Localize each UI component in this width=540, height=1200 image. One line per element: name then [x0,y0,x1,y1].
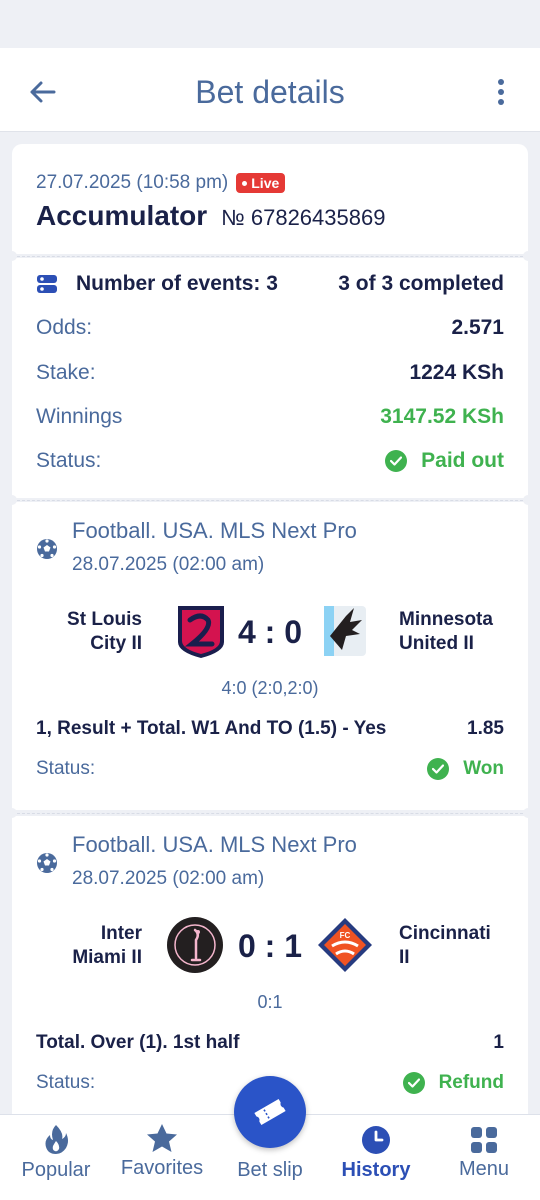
betslip-fab-button[interactable] [234,1076,306,1148]
stake-label: Stake: [36,361,96,384]
live-label: Live [251,175,280,191]
market-odds: 1 [493,1032,504,1053]
check-circle-icon [402,1072,425,1094]
events-count-label: Number of events: 3 [76,272,278,295]
football-icon [37,539,57,559]
away-team: Cincinnati II [399,922,529,970]
divider [12,500,528,501]
minnesota-united-logo [324,606,366,656]
nav-popular[interactable]: Popular [2,1123,110,1182]
match-score: 4 : 0 [237,614,303,650]
event-league: Football. USA. MLS Next Pro [72,832,357,857]
ticket-notch [523,495,533,505]
event-status-label: Status: [36,758,96,779]
football-icon [37,853,57,873]
score-details: 0:1 [257,992,283,1012]
away-team-name-line: United II [399,633,474,654]
event-status-value: Won [463,758,504,779]
status-value: Paid out [421,449,504,472]
ticket-notch [7,251,17,261]
bet-number: № 67826435869 [221,205,386,230]
event-kickoff: 28.07.2025 (02:00 am) [72,554,265,575]
event-status-badge: Refund [402,1072,504,1094]
page-title: Bet details [195,74,345,110]
odds-value: 2.571 [451,316,504,339]
winnings-row: Winnings 3147.52 KSh [36,405,504,429]
events-list-icon [37,275,57,293]
status-bar [0,0,540,48]
stake-row: Stake: 1224 KSh [36,361,504,385]
check-circle-icon [385,450,408,472]
nav-history[interactable]: History [322,1123,430,1182]
events-completed: 3 of 3 completed [338,272,504,295]
nav-history-label: History [341,1159,411,1181]
home-team-name-line: Miami II [72,947,142,968]
winnings-label: Winnings [36,405,123,428]
market-row: Total. Over (1). 1st half 1 [36,1032,504,1054]
match-score: 0 : 1 [237,928,303,964]
away-team: Minnesota United II [399,608,529,656]
svg-text:FC: FC [340,931,351,940]
market-name: Total. Over (1). 1st half [36,1032,240,1053]
more-options-button[interactable] [486,72,516,112]
home-team-name-line: City II [90,633,142,654]
nav-betslip-label: Bet slip [237,1159,303,1181]
grid-menu-icon [471,1127,497,1153]
stake-value: 1224 KSh [409,361,504,384]
ticket-notch [7,495,17,505]
market-name: 1, Result + Total. W1 And TO (1.5) - Yes [36,718,387,739]
events-count-row: Number of events: 3 3 of 3 completed [36,272,504,296]
bet-header-card [12,144,528,254]
away-team-name-line: Minnesota [399,609,493,630]
star-icon [147,1124,177,1152]
home-team: Inter Miami II [12,922,142,970]
odds-row: Odds: 2.571 [36,316,504,340]
nav-favorites-label: Favorites [120,1157,204,1179]
market-odds: 1.85 [467,718,504,739]
nav-popular-label: Popular [21,1159,91,1181]
nav-menu[interactable]: Menu [430,1123,538,1181]
event-status-row: Status: Won [36,758,504,780]
status-row: Status: Paid out [36,449,504,473]
nav-favorites[interactable]: Favorites [108,1123,216,1180]
odds-label: Odds: [36,316,93,339]
bet-date-line: 27.07.2025 (10:58 pm) Live [36,172,286,194]
home-team-name-line: Inter [100,923,142,944]
nav-menu-label: Menu [458,1158,510,1180]
away-team-name-line: II [399,947,410,968]
ticket-icon [254,1098,286,1126]
home-team: St Louis City II [12,608,142,656]
check-circle-icon [427,758,450,780]
score-details: 4:0 (2:0,2:0) [221,678,319,698]
inter-miami-logo [167,917,223,973]
ticket-notch [523,808,533,818]
event-kickoff: 28.07.2025 (02:00 am) [72,868,265,889]
divider [12,256,528,257]
ticket-notch [7,808,17,818]
bet-date: 27.07.2025 (10:58 pm) [36,172,229,193]
home-team-name-line: St Louis [67,609,142,630]
flame-icon [45,1125,68,1154]
divider [12,813,528,814]
market-row: 1, Result + Total. W1 And TO (1.5) - Yes… [36,718,504,740]
fc-cincinnati-logo: FC [318,918,372,972]
app-header: Bet details [0,48,540,132]
bet-type: Accumulator [36,200,208,231]
away-team-name-line: Cincinnati [399,923,491,944]
clock-icon [362,1126,390,1154]
event-status-value: Refund [438,1072,504,1093]
bet-title: Accumulator № 67826435869 [36,200,385,232]
event-status-label: Status: [36,1072,96,1093]
event-league: Football. USA. MLS Next Pro [72,518,357,543]
status-label: Status: [36,449,102,472]
status-badge: Paid out [385,449,504,473]
live-badge: Live [236,173,286,193]
more-vertical-icon [498,79,504,105]
st-louis-city-logo [178,606,224,658]
ticket-notch [523,251,533,261]
event-status-badge: Won [427,758,504,780]
winnings-value: 3147.52 KSh [380,405,504,428]
